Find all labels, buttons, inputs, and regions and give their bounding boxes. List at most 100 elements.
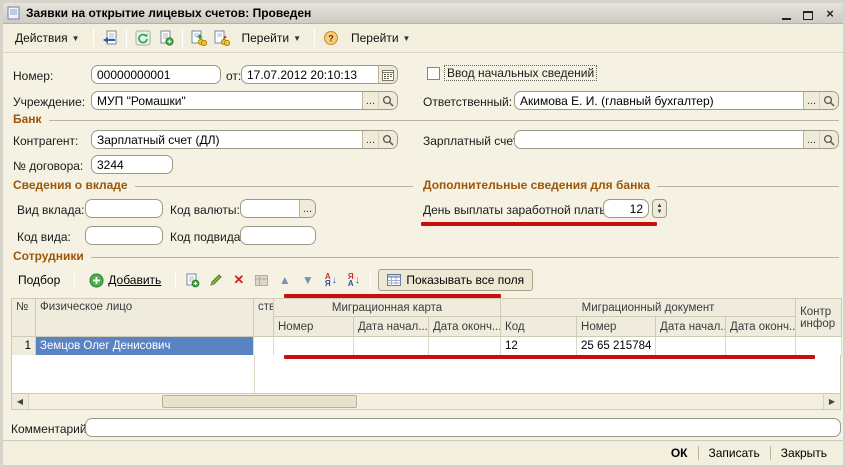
initial-info-label: Ввод начальных сведений bbox=[444, 65, 597, 81]
post-document-button[interactable] bbox=[100, 28, 120, 48]
copy-row-button[interactable] bbox=[183, 271, 202, 290]
dropdown-arrow-icon: ▼ bbox=[72, 34, 80, 43]
pick-button[interactable]: Подбор bbox=[11, 269, 67, 291]
salary-account-field[interactable]: ... bbox=[514, 130, 839, 149]
subcol-doc-number[interactable]: Номер bbox=[577, 317, 656, 337]
institution-choose-button[interactable]: ... bbox=[363, 92, 378, 109]
group-header-contact-cut[interactable]: Контр инфор bbox=[796, 299, 842, 337]
move-up-button[interactable]: ▲ bbox=[275, 271, 294, 290]
close-button[interactable]: × bbox=[823, 6, 837, 20]
salary-day-field[interactable]: 12 bbox=[603, 199, 649, 218]
salary-day-label: День выплаты заработной платы: bbox=[423, 203, 611, 217]
subcol-card-end[interactable]: Дата оконч... bbox=[429, 317, 501, 337]
subcol-card-number[interactable]: Номер bbox=[274, 317, 354, 337]
col-header-person[interactable]: Физическое лицо bbox=[36, 299, 254, 337]
write-button[interactable]: Записать bbox=[699, 443, 770, 463]
counterparty-choose-button[interactable]: ... bbox=[363, 131, 378, 148]
deposit-type-label: Вид вклада: bbox=[17, 203, 85, 217]
counterparty-field[interactable]: Зарплатный счет (ДЛ) ... bbox=[91, 130, 398, 149]
doc-number-cell[interactable]: 25 65 215784 bbox=[577, 337, 656, 356]
subcol-doc-start[interactable]: Дата начал... bbox=[656, 317, 726, 337]
doc-start-cell[interactable] bbox=[656, 337, 726, 356]
currency-code-label: Код валюты: bbox=[170, 203, 240, 217]
sort-ascending-button[interactable]: А Я ↓ bbox=[321, 271, 340, 290]
close-form-button[interactable]: Закрыть bbox=[771, 443, 837, 463]
col-header-citizenship-cut[interactable]: ство bbox=[254, 299, 274, 337]
toolbar-separator bbox=[182, 29, 183, 47]
subkind-code-field[interactable] bbox=[240, 226, 316, 245]
contact-cell[interactable] bbox=[796, 337, 842, 356]
spin-down-icon[interactable]: ▼ bbox=[657, 209, 663, 215]
footer-bar: ОК Записать Закрыть bbox=[3, 440, 843, 465]
title-bar: Заявки на открытие лицевых счетов: Прове… bbox=[3, 3, 843, 24]
counterparty-label: Контрагент: bbox=[13, 134, 78, 148]
edit-row-button[interactable] bbox=[206, 271, 225, 290]
salary-account-choose-button[interactable]: ... bbox=[804, 131, 819, 148]
copy-document-button[interactable] bbox=[156, 28, 176, 48]
actions-menu-button[interactable]: Действия ▼ bbox=[8, 27, 87, 49]
subcol-doc-end[interactable]: Дата оконч... bbox=[726, 317, 796, 337]
doc-code-cell[interactable]: 12 bbox=[501, 337, 577, 356]
table-empty-area[interactable] bbox=[11, 355, 841, 393]
date-field[interactable]: 17.07.2012 20:10:13 bbox=[241, 65, 398, 84]
dropdown-arrow-icon: ▼ bbox=[403, 34, 411, 43]
responsible-open-button[interactable] bbox=[819, 92, 838, 109]
comment-field[interactable] bbox=[85, 418, 841, 437]
col-header-num[interactable]: № bbox=[12, 299, 36, 337]
table-grid-icon bbox=[387, 274, 401, 286]
bank-section-header: Банк bbox=[13, 112, 839, 126]
maximize-icon bbox=[803, 11, 813, 20]
scroll-right-button[interactable]: ▶ bbox=[823, 394, 840, 409]
responsible-choose-button[interactable]: ... bbox=[804, 92, 819, 109]
initial-info-checkbox[interactable]: Ввод начальных сведений bbox=[427, 65, 597, 81]
card-end-cell[interactable] bbox=[429, 337, 501, 356]
salary-account-open-button[interactable] bbox=[819, 131, 838, 148]
delete-row-button[interactable]: ✕ bbox=[229, 271, 248, 290]
show-all-fields-button[interactable]: Показывать все поля bbox=[378, 269, 533, 291]
goto2-menu-button[interactable]: Перейти ▼ bbox=[344, 27, 417, 49]
disabled-grid-icon bbox=[254, 273, 269, 288]
deposit-type-field[interactable] bbox=[85, 199, 163, 218]
subcol-card-start[interactable]: Дата начал... bbox=[354, 317, 429, 337]
move-down-button[interactable]: ▼ bbox=[298, 271, 317, 290]
citizenship-cell[interactable] bbox=[254, 337, 274, 356]
maximize-button[interactable] bbox=[801, 6, 815, 20]
institution-field[interactable]: МУП "Ромашки" ... bbox=[91, 91, 398, 110]
doc-end-cell[interactable] bbox=[726, 337, 796, 356]
horizontal-scrollbar[interactable]: ◀ ▶ bbox=[11, 393, 841, 410]
salary-day-spinner[interactable]: ▲ ▼ bbox=[652, 199, 667, 218]
counterparty-open-button[interactable] bbox=[378, 131, 397, 148]
currency-choose-button[interactable]: ... bbox=[300, 200, 315, 217]
add-row-button[interactable]: Добавить bbox=[82, 269, 168, 292]
card-number-cell[interactable] bbox=[274, 337, 354, 356]
scrollbar-thumb[interactable] bbox=[162, 395, 357, 408]
help-button[interactable]: ? bbox=[321, 28, 341, 48]
contract-number-field[interactable]: 3244 bbox=[91, 155, 173, 174]
sort-descending-button[interactable]: Я А ↓ bbox=[344, 271, 363, 290]
row-number-cell[interactable]: 1 bbox=[12, 337, 36, 356]
minimize-button[interactable] bbox=[779, 6, 793, 20]
number-field[interactable]: 00000000001 bbox=[91, 65, 221, 84]
unpost-button[interactable] bbox=[212, 28, 232, 48]
group-header-migration-card[interactable]: Миграционная карта bbox=[274, 299, 501, 317]
subcol-doc-code[interactable]: Код bbox=[501, 317, 577, 337]
ok-button[interactable]: ОК bbox=[661, 443, 698, 463]
card-start-cell[interactable] bbox=[354, 337, 429, 356]
goto-menu-button[interactable]: Перейти ▼ bbox=[235, 27, 308, 49]
section-line bbox=[135, 186, 413, 187]
post-button[interactable] bbox=[189, 28, 209, 48]
magnifier-icon bbox=[823, 95, 835, 107]
set-end-button-disabled[interactable] bbox=[252, 271, 271, 290]
employees-table: № Физическое лицо ство Миграционная карт… bbox=[11, 298, 842, 356]
toolbar-separator bbox=[74, 271, 75, 289]
responsible-field[interactable]: Акимова Е. И. (главный бухгалтер) ... bbox=[514, 91, 839, 110]
group-header-migration-document[interactable]: Миграционный документ bbox=[501, 299, 796, 317]
currency-code-field[interactable]: ... bbox=[240, 199, 316, 218]
kind-code-field[interactable] bbox=[85, 226, 163, 245]
refresh-button[interactable] bbox=[133, 28, 153, 48]
person-cell-selected[interactable]: Земцов Олег Денисович bbox=[36, 337, 254, 356]
svg-text:?: ? bbox=[328, 34, 334, 44]
institution-open-button[interactable] bbox=[378, 92, 397, 109]
scroll-left-button[interactable]: ◀ bbox=[12, 394, 29, 409]
calendar-button[interactable] bbox=[379, 66, 397, 83]
